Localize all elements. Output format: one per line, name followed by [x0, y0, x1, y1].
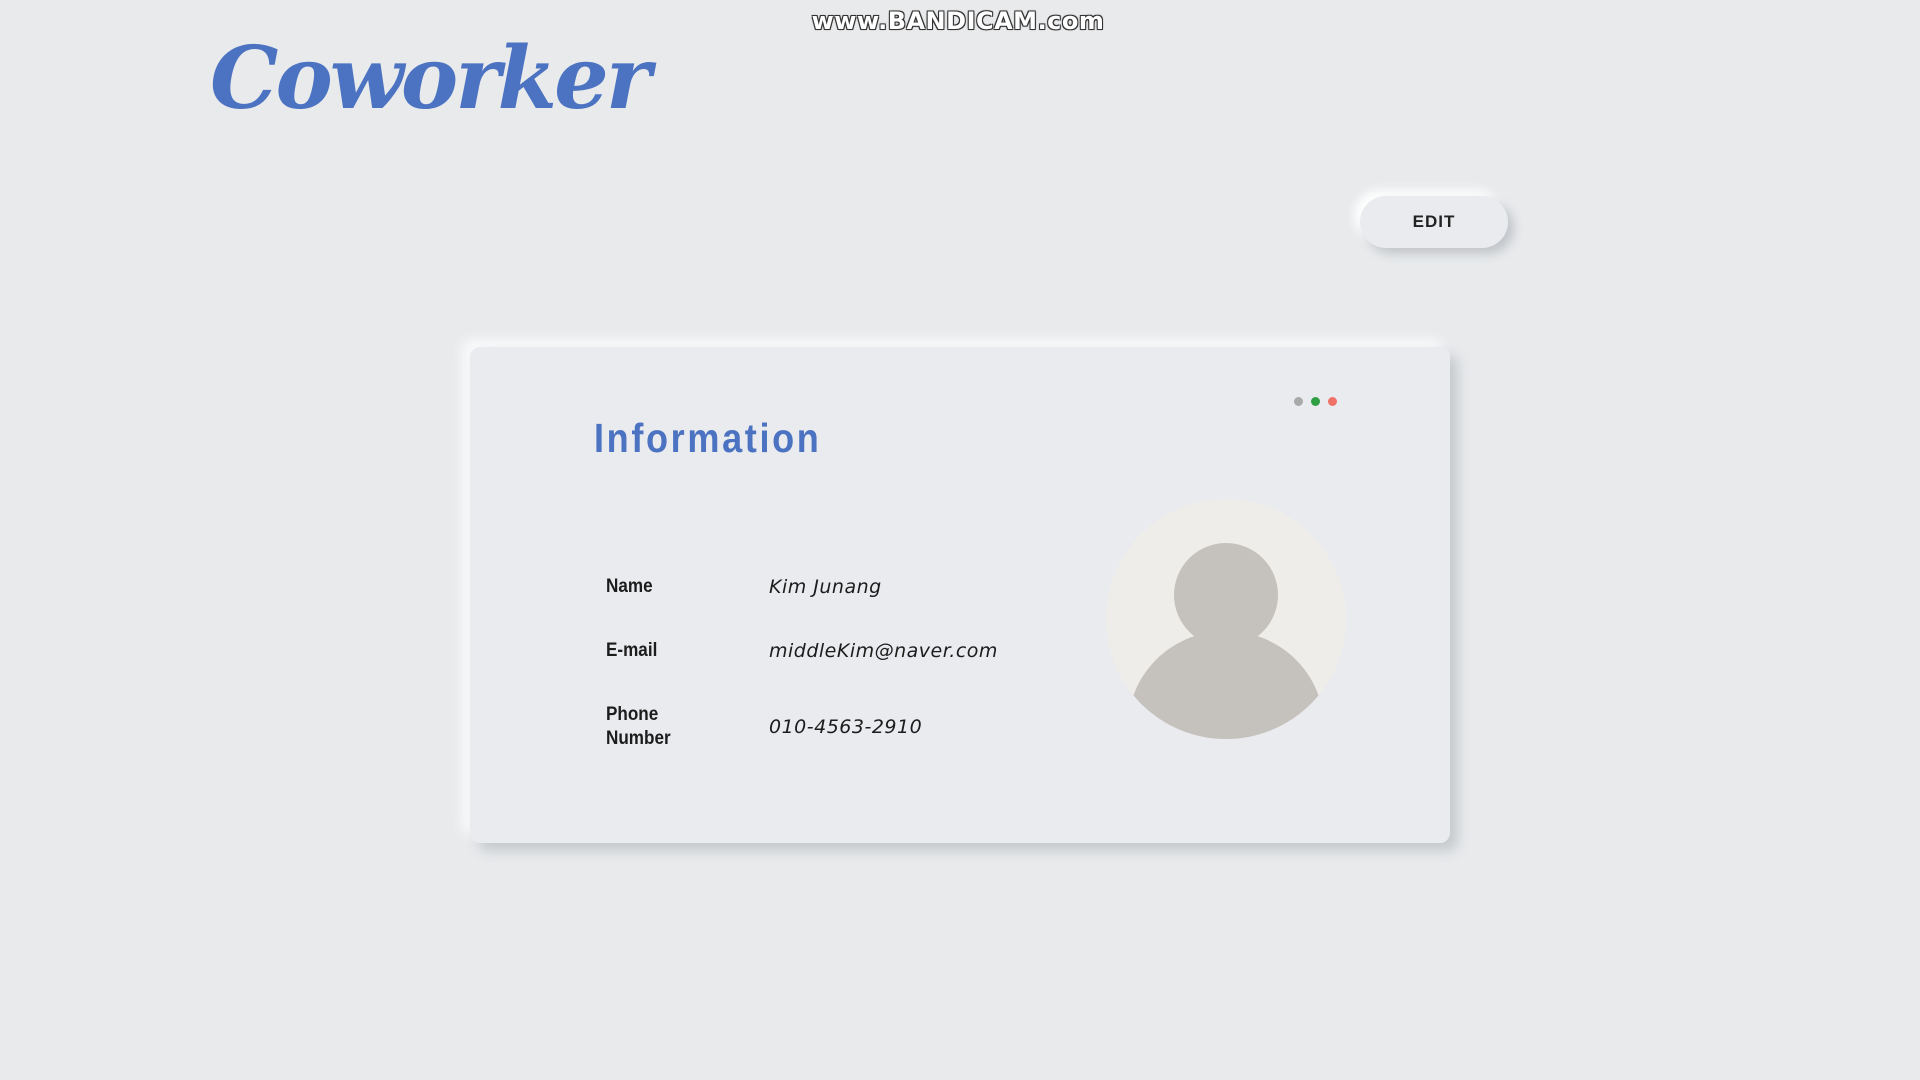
- name-label: Name: [606, 576, 653, 597]
- email-row: E-mail middleKim@naver.com: [606, 639, 998, 663]
- phone-label: Phone Number: [606, 704, 671, 749]
- green-dot-icon[interactable]: [1311, 397, 1320, 406]
- brand-logo[interactable]: Coworker: [210, 36, 651, 122]
- avatar: [1106, 499, 1346, 739]
- email-label: E-mail: [606, 640, 658, 661]
- phone-value: 010-4563-2910: [769, 716, 923, 738]
- red-dot-icon[interactable]: [1328, 397, 1337, 406]
- name-value: Kim Junang: [769, 576, 882, 598]
- email-value: middleKim@naver.com: [769, 640, 998, 662]
- user-silhouette-icon: [1128, 543, 1324, 739]
- edit-button[interactable]: EDIT: [1360, 196, 1508, 248]
- window-controls: [1294, 397, 1337, 406]
- card-title: Information: [594, 415, 822, 461]
- screen-recorder-watermark: www.BANDICAM.com: [811, 7, 1105, 35]
- information-card: Information Name Kim Junang E-mail middl…: [470, 347, 1450, 843]
- gray-dot-icon[interactable]: [1294, 397, 1303, 406]
- name-row: Name Kim Junang: [606, 575, 882, 599]
- phone-row: Phone Number 010-4563-2910: [606, 703, 922, 751]
